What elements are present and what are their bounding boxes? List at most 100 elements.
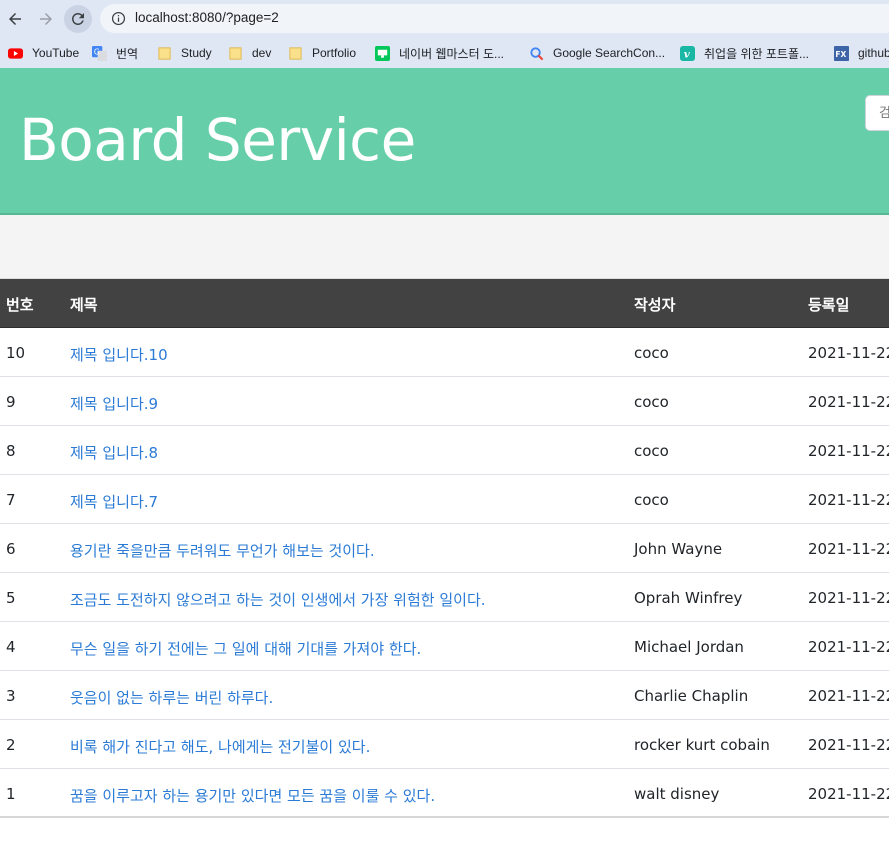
post-title-link[interactable]: 웃음이 없는 하루는 버린 하루다. xyxy=(70,687,273,708)
row-author: coco xyxy=(634,344,669,362)
post-title-link[interactable]: 비록 해가 진다고 해도, 나에게는 전기불이 있다. xyxy=(70,736,370,757)
row-date: 2021-11-22 xyxy=(808,785,889,803)
post-title-link[interactable]: 무슨 일을 하기 전에는 그 일에 대해 기대를 가져야 한다. xyxy=(70,638,421,659)
post-title-link[interactable]: 용기란 죽을만큼 두려워도 무언가 해보는 것이다. xyxy=(70,540,375,561)
row-date: 2021-11-22 xyxy=(808,393,889,411)
row-number: 8 xyxy=(6,442,16,460)
table-row: 10 제목 입니다.10 coco 2021-11-22 xyxy=(0,328,889,377)
bookmark-dev[interactable]: dev xyxy=(228,42,271,64)
row-number: 4 xyxy=(6,638,16,656)
table-row: 3 웃음이 없는 하루는 버린 하루다. Charlie Chaplin 2021-1… xyxy=(0,671,889,720)
column-header-author: 작성자 xyxy=(634,296,676,314)
bookmark-label: 네이버 웹마스터 도... xyxy=(399,46,504,61)
row-date: 2021-11-22 xyxy=(808,687,889,705)
row-date: 2021-11-22 xyxy=(808,491,889,509)
row-date: 2021-11-22 xyxy=(808,638,889,656)
folder-icon xyxy=(228,46,243,61)
bookmark-label: Google SearchCon... xyxy=(553,46,666,60)
table-header: 번호 제목 작성자 등록일 xyxy=(0,279,889,328)
column-header-title: 제목 xyxy=(70,296,98,314)
row-number: 6 xyxy=(6,540,16,558)
row-author: coco xyxy=(634,491,669,509)
bookmark-label: Portfolio xyxy=(312,46,357,60)
row-number: 1 xyxy=(6,785,16,803)
table-row: 9 제목 입니다.9 coco 2021-11-22 xyxy=(0,377,889,426)
row-number: 2 xyxy=(6,736,16,754)
row-number: 3 xyxy=(6,687,16,705)
vimeo-icon: v xyxy=(680,45,695,61)
post-title-link[interactable]: 제목 입니다.10 xyxy=(70,344,168,365)
bookmark-label: 번역 xyxy=(116,46,139,61)
address-bar[interactable]: localhost:8080/?page=2 xyxy=(100,4,889,33)
table-row: 4 무슨 일을 하기 전에는 그 일에 대해 기대를 가져야 한다. Michael… xyxy=(0,622,889,671)
table-row: 5 조금도 도전하지 않으려고 하는 것이 인생에서 가장 위험한 일이다. Opr… xyxy=(0,573,889,622)
bookmark-google-search-console[interactable]: Google SearchCon... xyxy=(529,42,665,64)
column-header-date: 등록일 xyxy=(808,296,850,314)
row-date: 2021-11-22 xyxy=(808,736,889,754)
browser-toolbar: localhost:8080/?page=2 xyxy=(0,0,889,38)
row-author: Charlie Chaplin xyxy=(634,687,749,705)
table-row: 6 용기란 죽을만큼 두려워도 무언가 해보는 것이다. John Wayne 202… xyxy=(0,524,889,573)
row-number: 7 xyxy=(6,491,16,509)
youtube-icon xyxy=(8,46,23,61)
post-title-link[interactable]: 제목 입니다.8 xyxy=(70,442,158,463)
row-date: 2021-11-22 xyxy=(808,589,889,607)
bookmark-label: dev xyxy=(252,46,272,60)
arrow-left-icon xyxy=(9,13,21,25)
fx-icon: FX xyxy=(834,45,849,61)
reload-button[interactable] xyxy=(64,5,92,33)
post-title-link[interactable]: 제목 입니다.7 xyxy=(70,491,158,512)
bookmark-youtube[interactable]: YouTube xyxy=(8,42,79,64)
post-title-link[interactable]: 꿈을 이루고자 하는 용기만 있다면 모든 꿈을 이룰 수 있다. xyxy=(70,785,435,806)
row-date: 2021-11-22 xyxy=(808,540,889,558)
column-header-number: 번호 xyxy=(6,296,34,314)
row-author: Michael Jordan xyxy=(634,638,744,656)
row-author: rocker kurt cobain xyxy=(634,736,770,754)
row-author: Oprah Winfrey xyxy=(634,589,743,607)
svg-text:FX: FX xyxy=(835,49,846,58)
row-number: 10 xyxy=(6,344,26,362)
address-url: localhost:8080/?page=2 xyxy=(135,10,279,25)
bookmark-study[interactable]: Study xyxy=(157,42,212,64)
search-input[interactable] xyxy=(865,95,889,131)
table-row: 1 꿈을 이루고자 하는 용기만 있다면 모든 꿈을 이룰 수 있다. walt d… xyxy=(0,769,889,818)
browser-chrome: localhost:8080/?page=2 YouTube G 번역 Stud… xyxy=(0,0,889,68)
row-author: coco xyxy=(634,393,669,411)
bookmarks-bar: YouTube G 번역 Study dev Portfolio 네이버 웹마스… xyxy=(0,38,889,68)
search-console-icon xyxy=(529,46,544,61)
bookmark-portfolio[interactable]: Portfolio xyxy=(288,42,356,64)
row-author: walt disney xyxy=(634,785,720,803)
table-row: 8 제목 입니다.8 coco 2021-11-22 xyxy=(0,426,889,475)
translate-icon: G xyxy=(92,45,107,61)
row-date: 2021-11-22 xyxy=(808,344,889,362)
bookmark-label: github xyxy=(858,46,889,60)
table-row: 2 비록 해가 진다고 해도, 나에게는 전기불이 있다. rocker kurt … xyxy=(0,720,889,769)
header-banner: Board Service xyxy=(0,68,889,215)
reload-icon xyxy=(71,12,84,25)
info-icon xyxy=(111,11,126,26)
bookmark-translate[interactable]: G 번역 xyxy=(92,42,138,64)
bookmark-naver-webmaster[interactable]: 네이버 웹마스터 도... xyxy=(375,42,504,64)
row-number: 9 xyxy=(6,393,16,411)
board-table: 번호 제목 작성자 등록일 10 제목 입니다.10 coco 2021-11-22 9… xyxy=(0,279,889,818)
page-title: Board Service xyxy=(19,106,416,174)
sub-header-band xyxy=(0,215,889,279)
table-row: 7 제목 입니다.7 coco 2021-11-22 xyxy=(0,475,889,524)
bookmark-portfolio-guide[interactable]: v 취업을 위한 포트폴... xyxy=(680,42,809,64)
bookmark-github[interactable]: FX github xyxy=(834,42,889,64)
arrow-right-icon xyxy=(40,13,52,25)
forward-button[interactable] xyxy=(32,5,60,33)
post-title-link[interactable]: 조금도 도전하지 않으려고 하는 것이 인생에서 가장 위험한 일이다. xyxy=(70,589,486,610)
back-button[interactable] xyxy=(1,5,29,33)
svg-text:G: G xyxy=(94,47,100,56)
naver-monitor-icon xyxy=(375,45,390,61)
table-body: 10 제목 입니다.10 coco 2021-11-22 9 제목 입니다.9 coco 20… xyxy=(0,328,889,818)
bookmark-label: Study xyxy=(181,46,212,60)
post-title-link[interactable]: 제목 입니다.9 xyxy=(70,393,158,414)
folder-icon xyxy=(157,46,172,61)
folder-icon xyxy=(288,46,303,61)
row-date: 2021-11-22 xyxy=(808,442,889,460)
bookmark-label: 취업을 위한 포트폴... xyxy=(704,46,809,61)
page-content: Board Service 번호 제목 작성자 등록일 10 제목 입니다.10 c… xyxy=(0,68,889,845)
bookmark-label: YouTube xyxy=(32,46,80,60)
